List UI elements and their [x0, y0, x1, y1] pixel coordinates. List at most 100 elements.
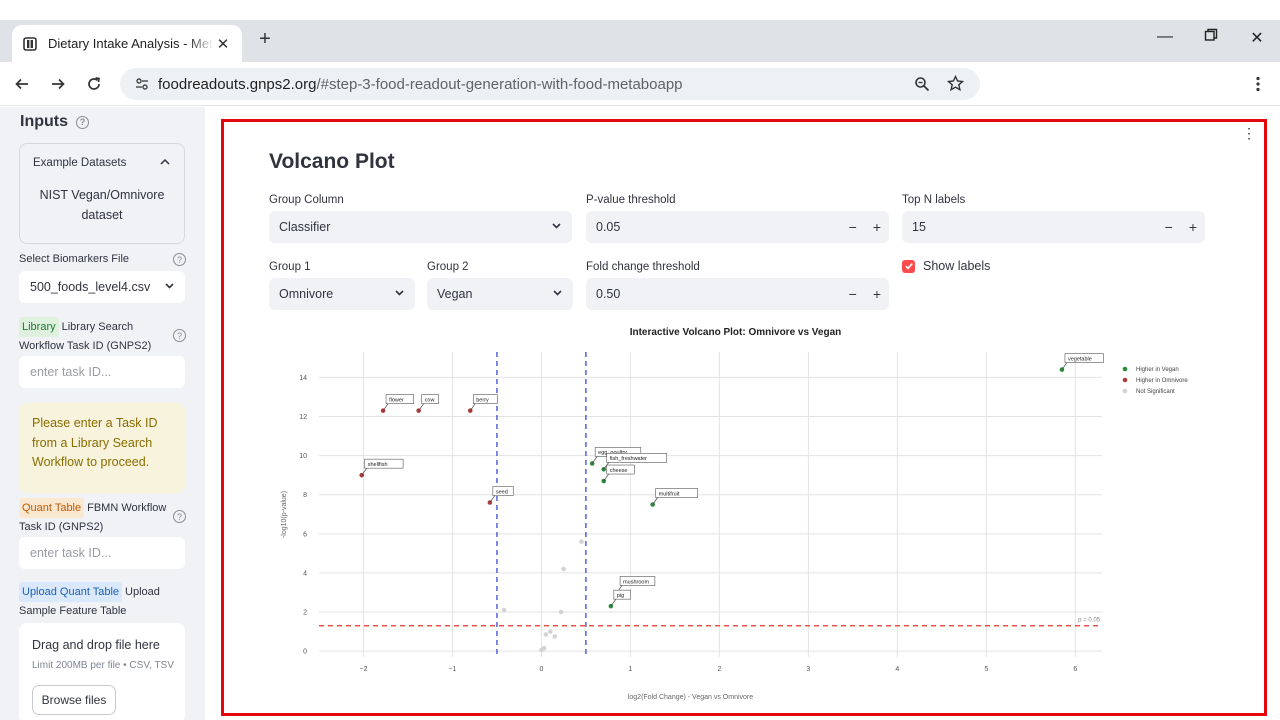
y-tick-label: 6 — [303, 531, 307, 538]
zoom-icon[interactable] — [914, 76, 930, 92]
sidebar-header: Inputs ? — [20, 113, 89, 131]
bookmark-star-icon[interactable] — [947, 75, 964, 92]
data-point — [589, 461, 595, 466]
label-leader — [591, 456, 598, 464]
topn-label: Top N labels — [902, 194, 966, 206]
url-path: /#step-3-food-readout-generation-with-fo… — [316, 75, 683, 93]
chevron-down-icon[interactable] — [164, 280, 175, 294]
file-dropzone[interactable]: Drag and drop file here Limit 200MB per … — [19, 623, 185, 720]
pvalue-value: 0.05 — [596, 220, 621, 234]
x-tick-label: −2 — [359, 666, 367, 673]
group2-value: Vegan — [437, 287, 473, 301]
legend-marker — [1122, 388, 1128, 394]
dataset-name-line2: dataset — [81, 208, 123, 222]
reload-icon[interactable] — [82, 72, 106, 96]
increment-icon[interactable]: + — [873, 286, 881, 302]
decrement-icon[interactable]: − — [1165, 219, 1173, 235]
fold-change-number-input[interactable]: 0.50 − + — [586, 278, 889, 310]
label-leader — [489, 495, 496, 503]
new-tab-icon[interactable]: + — [254, 28, 276, 50]
label-leader — [469, 403, 476, 411]
label-leader — [652, 497, 658, 505]
y-tick-label: 4 — [303, 570, 307, 577]
minimize-icon[interactable]: — — [1155, 28, 1175, 46]
data-point — [552, 634, 558, 639]
data-point — [548, 629, 553, 634]
url-domain: foodreadouts.gnps2.org — [158, 75, 317, 93]
decrement-icon[interactable]: − — [849, 286, 857, 302]
data-point — [416, 408, 421, 413]
data-point — [558, 609, 564, 615]
group1-select[interactable]: Omnivore — [269, 278, 415, 310]
forward-icon[interactable] — [46, 72, 70, 96]
chevron-down-icon[interactable] — [551, 220, 562, 234]
top-strip — [0, 0, 1280, 20]
biomarkers-select[interactable]: 500_foods_level4.csv — [19, 271, 185, 303]
pvalue-number-input[interactable]: 0.05 − + — [586, 211, 889, 243]
increment-icon[interactable]: + — [873, 219, 881, 235]
tab-title: Dietary Intake Analysis - Metaboapp — [48, 36, 214, 51]
topn-number-input[interactable]: 15 − + — [902, 211, 1205, 243]
sidebar-title: Inputs — [20, 113, 68, 130]
library-task-input[interactable]: enter task ID... — [19, 356, 185, 388]
data-point — [561, 566, 566, 572]
y-tick-label: 2 — [303, 610, 307, 617]
fold-change-value: 0.50 — [596, 287, 621, 301]
label-leader — [418, 403, 424, 411]
browse-files-button[interactable]: Browse files — [32, 685, 116, 715]
restore-icon[interactable] — [1201, 28, 1221, 47]
label-leader — [610, 598, 617, 607]
label-leader — [361, 467, 367, 476]
decrement-icon[interactable]: − — [849, 219, 857, 235]
tab-close-icon[interactable]: ✕ — [214, 35, 232, 53]
expander-body[interactable]: NIST Vegan/Omnivore dataset — [20, 185, 184, 225]
library-label-block: Library Library Search Workflow Task ID (… — [19, 317, 169, 355]
y-tick-label: 0 — [303, 649, 307, 656]
data-point — [579, 539, 584, 544]
x-tick-label: 5 — [984, 666, 988, 673]
topn-value: 15 — [912, 220, 926, 234]
point-label: shellfish — [368, 462, 388, 468]
y-tick-label: 12 — [299, 414, 307, 421]
data-point — [539, 647, 544, 653]
point-label: cow — [425, 397, 435, 403]
x-tick-label: 6 — [1073, 666, 1077, 673]
browser-tab[interactable]: Dietary Intake Analysis - Metaboapp ✕ — [12, 25, 242, 62]
x-tick-label: 3 — [806, 666, 810, 673]
show-labels-checkbox[interactable]: Show labels — [902, 259, 990, 273]
data-point — [380, 408, 386, 413]
legend-item: Higher in Omnivore — [1136, 378, 1188, 384]
chevron-up-icon[interactable] — [160, 156, 170, 168]
help-icon[interactable]: ? — [173, 329, 186, 342]
more-options-icon[interactable]: ⋮ — [1242, 126, 1256, 140]
group-column-select[interactable]: Classifier — [269, 211, 572, 243]
point-label: mushroom — [623, 579, 649, 585]
help-icon[interactable]: ? — [76, 115, 89, 129]
example-datasets-expander[interactable]: Example Datasets NIST Vegan/Omnivore dat… — [19, 143, 185, 244]
chevron-down-icon[interactable] — [552, 287, 563, 301]
browser-menu-icon[interactable] — [1246, 72, 1270, 96]
point-label: fish_freshwater — [610, 456, 647, 462]
help-icon[interactable]: ? — [173, 253, 186, 266]
expander-header: Example Datasets — [33, 157, 127, 169]
y-tick-label: 14 — [299, 375, 307, 382]
legend-marker — [1122, 366, 1128, 372]
group1-label: Group 1 — [269, 261, 311, 273]
help-icon[interactable]: ? — [173, 510, 186, 523]
point-label: vegetable — [1068, 356, 1092, 362]
sidebar: Inputs ? Example Datasets NIST Vegan/Omn… — [0, 107, 205, 720]
quant-task-input[interactable]: enter task ID... — [19, 537, 185, 569]
window-close-icon[interactable]: ✕ — [1247, 28, 1267, 48]
point-label: seed — [496, 489, 508, 495]
group2-select[interactable]: Vegan — [427, 278, 573, 310]
library-task-placeholder: enter task ID... — [30, 365, 112, 379]
chevron-down-icon[interactable] — [394, 287, 405, 301]
data-point — [467, 408, 473, 413]
back-icon[interactable] — [10, 72, 34, 96]
increment-icon[interactable]: + — [1189, 219, 1197, 235]
checkmark-icon[interactable] — [902, 259, 915, 273]
quant-label-block: Quant Table FBMN Workflow Task ID (GNPS2) — [19, 498, 169, 536]
volcano-plot[interactable]: Interactive Volcano Plot: Omnivore vs Ve… — [254, 322, 1214, 712]
address-bar[interactable]: foodreadouts.gnps2.org/#step-3-food-read… — [120, 68, 980, 100]
site-settings-icon[interactable] — [134, 76, 150, 92]
